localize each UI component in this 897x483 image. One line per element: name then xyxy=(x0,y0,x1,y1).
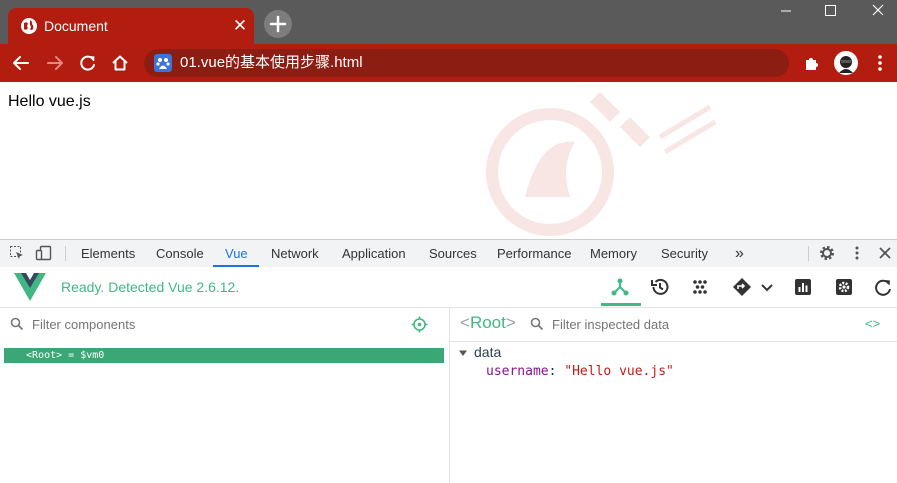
tab-network[interactable]: Network xyxy=(271,240,319,267)
filter-components-input[interactable] xyxy=(32,315,392,333)
data-field-key: username xyxy=(486,364,549,379)
search-icon xyxy=(10,317,24,331)
performance-chart-icon[interactable] xyxy=(792,276,814,298)
reload-icon[interactable] xyxy=(78,53,98,73)
chevron-down-icon[interactable] xyxy=(756,276,778,298)
tab-security[interactable]: Security xyxy=(661,240,708,267)
home-icon[interactable] xyxy=(110,53,130,73)
filter-inspected-data-input[interactable] xyxy=(552,315,842,333)
selected-component-name: Root xyxy=(469,313,506,332)
tab-console[interactable]: Console xyxy=(156,240,204,267)
avatar[interactable] xyxy=(834,51,858,75)
code-toggle-icon[interactable]: <> xyxy=(865,316,880,332)
refresh-icon[interactable] xyxy=(872,276,894,298)
selected-component-title: <Root> xyxy=(460,313,516,333)
toolbar-divider xyxy=(65,246,66,261)
web-page: Hello vue.js xyxy=(0,82,897,239)
browser-toolbar: 01.vue的基本使用步骤.html xyxy=(0,44,897,82)
address-bar[interactable]: 01.vue的基本使用步骤.html xyxy=(144,49,789,77)
search-icon xyxy=(530,317,544,331)
tab-strip: Document ✕ xyxy=(0,0,897,44)
active-view-indicator xyxy=(601,303,641,306)
title-bracket-open: < xyxy=(460,313,470,332)
devtools-close-icon[interactable] xyxy=(876,244,894,262)
device-toggle-icon[interactable] xyxy=(35,244,53,262)
page-text: Hello vue.js xyxy=(8,93,91,110)
site-info-icon[interactable] xyxy=(154,54,172,72)
tab-vue[interactable]: Vue xyxy=(225,240,248,267)
toolbar-divider xyxy=(808,246,809,261)
more-tabs-chevron-icon[interactable]: » xyxy=(735,240,744,267)
data-field-value[interactable]: "Hello vue.js" xyxy=(564,364,674,379)
browser-tab[interactable]: Document ✕ xyxy=(8,8,254,44)
browser-menu-icon[interactable] xyxy=(870,53,890,73)
url-text[interactable]: 01.vue的基本使用步骤.html xyxy=(180,53,363,73)
select-component-target-icon[interactable] xyxy=(411,316,428,333)
tab-title: Document xyxy=(44,18,108,34)
root-component-name: Root xyxy=(32,350,57,361)
inspect-element-icon[interactable] xyxy=(8,244,26,262)
tab-application[interactable]: Application xyxy=(342,240,406,267)
tab-performance[interactable]: Performance xyxy=(497,240,571,267)
window-close-icon[interactable] xyxy=(853,0,897,24)
tab-sources[interactable]: Sources xyxy=(429,240,477,267)
data-section-title[interactable]: data xyxy=(474,344,501,361)
settings-icon[interactable] xyxy=(833,276,855,298)
vue-devtools-header: Ready. Detected Vue 2.6.12. xyxy=(0,267,897,308)
data-field-row[interactable]: username: "Hello vue.js" xyxy=(486,364,674,380)
inspector-panel: <Root> <> data username: "Hello vue.js" xyxy=(450,308,897,483)
watermark-logo xyxy=(480,82,740,239)
caret-down-icon[interactable] xyxy=(458,348,468,358)
maximize-icon[interactable] xyxy=(808,0,852,24)
vm-reference: = $vm0 xyxy=(62,350,105,361)
data-field-separator: : xyxy=(548,364,565,379)
vuex-dots-icon[interactable] xyxy=(689,276,711,298)
globe-icon xyxy=(20,17,38,35)
devtools-tab-bar: Elements Console Vue Network Application… xyxy=(0,239,897,268)
inspector-divider xyxy=(450,341,897,342)
history-icon[interactable] xyxy=(649,276,671,298)
vue-status-text: Ready. Detected Vue 2.6.12. xyxy=(61,279,240,295)
extensions-puzzle-icon[interactable] xyxy=(802,53,822,73)
components-tree-icon[interactable] xyxy=(609,276,631,298)
new-tab-button[interactable] xyxy=(264,10,292,38)
components-panel: <Root> = $vm0 xyxy=(0,308,450,483)
settings-gear-icon[interactable] xyxy=(818,244,836,262)
router-icon[interactable] xyxy=(731,276,753,298)
back-arrow-icon[interactable] xyxy=(11,53,31,73)
component-tree-row[interactable]: <Root> = $vm0 xyxy=(4,348,444,363)
tab-memory[interactable]: Memory xyxy=(590,240,637,267)
title-bracket-close: > xyxy=(505,313,516,332)
tab-elements[interactable]: Elements xyxy=(81,240,135,267)
devtools-menu-icon[interactable] xyxy=(848,244,866,262)
minimize-icon[interactable] xyxy=(764,0,808,24)
vue-logo-icon xyxy=(14,272,46,302)
tab-close-icon[interactable]: ✕ xyxy=(232,17,248,35)
root-bracket-open: < xyxy=(26,350,33,361)
forward-arrow-icon[interactable] xyxy=(45,53,65,73)
